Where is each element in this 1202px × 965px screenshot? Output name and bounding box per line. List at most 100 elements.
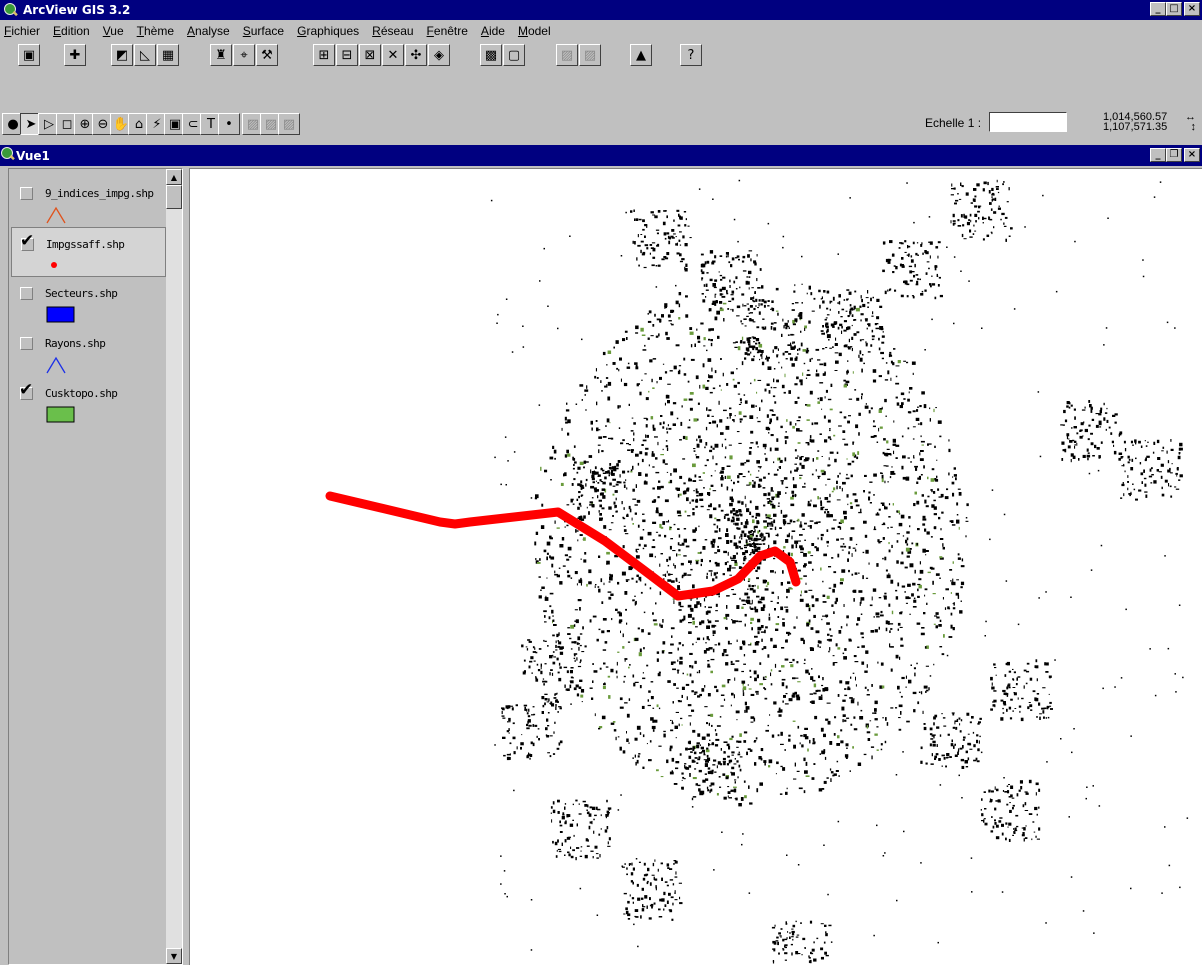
help-button[interactable]: ?	[680, 44, 702, 66]
menu-model[interactable]: Model	[518, 24, 551, 38]
layer-entry[interactable]: Secteurs.shp	[11, 277, 166, 327]
map-feature	[863, 520, 867, 524]
map-feature	[823, 362, 827, 367]
zoom-out-fixed-button[interactable]: ✣	[405, 44, 427, 66]
layout-button[interactable]: ▲	[630, 44, 652, 66]
menu-edition[interactable]: Edition	[53, 24, 90, 38]
map-feature	[910, 461, 912, 463]
zoom-selected-button[interactable]: ⊠	[359, 44, 381, 66]
map-feature	[867, 306, 869, 308]
map-feature	[570, 624, 575, 629]
map-feature	[795, 302, 799, 304]
map-feature	[599, 854, 601, 858]
map-feature	[744, 701, 747, 706]
map-feature	[899, 405, 903, 409]
zoom-previous-button[interactable]: ◈	[428, 44, 450, 66]
edit-legend-button[interactable]: ◺	[134, 44, 156, 66]
select-by-theme-button[interactable]: ▩	[480, 44, 502, 66]
map-feature	[925, 762, 928, 765]
map-feature	[772, 349, 774, 353]
scroll-down-button[interactable]: ▼	[166, 948, 182, 964]
scroll-up-button[interactable]: ▲	[166, 169, 182, 185]
zoom-in-fixed-button[interactable]: ✕	[382, 44, 404, 66]
menu-aide[interactable]: Aide	[481, 24, 505, 38]
menu-fenetre[interactable]: Fenêtre	[427, 24, 468, 38]
map-feature	[687, 741, 690, 744]
map-feature	[876, 616, 880, 618]
map-feature	[552, 840, 554, 844]
map-feature	[597, 482, 600, 484]
map-feature	[500, 855, 502, 857]
layer-entry[interactable]: Rayons.shp	[11, 327, 166, 377]
layer-entry[interactable]: ✔ Impgssaff.shp	[11, 227, 166, 277]
view-close-button[interactable]: ×	[1184, 148, 1200, 162]
map-feature	[797, 396, 800, 399]
layer-visibility-checkbox[interactable]	[20, 187, 33, 200]
map-feature	[953, 256, 956, 258]
map-feature	[819, 433, 822, 435]
menu-vue[interactable]: Vue	[103, 24, 124, 38]
menu-theme[interactable]: Thème	[137, 24, 174, 38]
map-feature	[738, 751, 740, 754]
map-feature	[948, 608, 951, 610]
restore-button[interactable]: □	[1166, 2, 1182, 16]
map-feature	[866, 664, 868, 668]
map-feature	[761, 361, 765, 366]
map-feature	[913, 667, 916, 670]
view-restore-button[interactable]: ❐	[1166, 148, 1182, 162]
theme-properties-button[interactable]: ◩	[111, 44, 133, 66]
map-feature	[692, 746, 695, 750]
locate-address-button[interactable]: ⌖	[233, 44, 255, 66]
disabled-button-2[interactable]: ▨	[579, 44, 601, 66]
map-feature	[731, 567, 736, 569]
map-feature	[722, 761, 726, 763]
map-feature	[924, 594, 926, 597]
menu-graphiques[interactable]: Graphiques	[297, 24, 359, 38]
map-feature	[918, 578, 922, 581]
query-builder-button[interactable]: ⚒	[256, 44, 278, 66]
map-feature	[1085, 797, 1087, 800]
map-feature	[608, 529, 612, 531]
map-feature	[623, 892, 627, 895]
minimize-button[interactable]: _	[1150, 2, 1166, 16]
layer-visibility-checkbox[interactable]: ✔	[19, 382, 33, 400]
map-feature	[1186, 817, 1189, 819]
menu-surface[interactable]: Surface	[243, 24, 284, 38]
menu-reseau[interactable]: Réseau	[372, 24, 413, 38]
map-feature	[719, 301, 723, 304]
menu-fichier[interactable]: Fichier	[4, 24, 40, 38]
layer-entry[interactable]: ✔ Cusktopo.shp	[11, 377, 166, 427]
map-feature	[927, 476, 929, 480]
map-feature	[636, 499, 641, 503]
close-button[interactable]: ×	[1184, 2, 1200, 16]
zoom-active-themes-button[interactable]: ⊟	[336, 44, 358, 66]
layer-visibility-checkbox[interactable]: ✔	[20, 233, 34, 251]
snap-tool-3[interactable]: ▨	[278, 113, 300, 135]
layer-entry[interactable]: 9_indices_impg.shp	[11, 177, 166, 227]
map-feature	[756, 326, 760, 329]
layer-visibility-checkbox[interactable]	[20, 337, 33, 350]
open-table-button[interactable]: ▦	[157, 44, 179, 66]
clear-selection-button[interactable]: ▢	[503, 44, 525, 66]
draw-point-tool[interactable]: •	[218, 113, 240, 135]
map-drawing[interactable]	[190, 169, 1202, 965]
view-minimize-button[interactable]: _	[1150, 148, 1166, 162]
find-button[interactable]: ♜	[210, 44, 232, 66]
add-theme-button[interactable]: ✚	[64, 44, 86, 66]
save-project-button[interactable]: ▣	[18, 44, 40, 66]
map-feature	[774, 401, 777, 404]
scale-input[interactable]	[989, 112, 1067, 132]
map-feature	[754, 641, 759, 646]
layer-visibility-checkbox[interactable]	[20, 287, 33, 300]
menu-analyse[interactable]: Analyse	[187, 24, 230, 38]
map-feature	[642, 219, 645, 223]
scroll-thumb[interactable]	[166, 185, 182, 209]
map-feature	[736, 368, 738, 370]
map-feature	[767, 366, 772, 370]
map-feature	[586, 385, 588, 389]
toc-scrollbar[interactable]: ▲ ▼	[166, 169, 182, 964]
map-feature	[809, 959, 812, 964]
zoom-full-extent-button[interactable]: ⊞	[313, 44, 335, 66]
disabled-button-1[interactable]: ▨	[556, 44, 578, 66]
map-canvas[interactable]	[189, 168, 1202, 965]
